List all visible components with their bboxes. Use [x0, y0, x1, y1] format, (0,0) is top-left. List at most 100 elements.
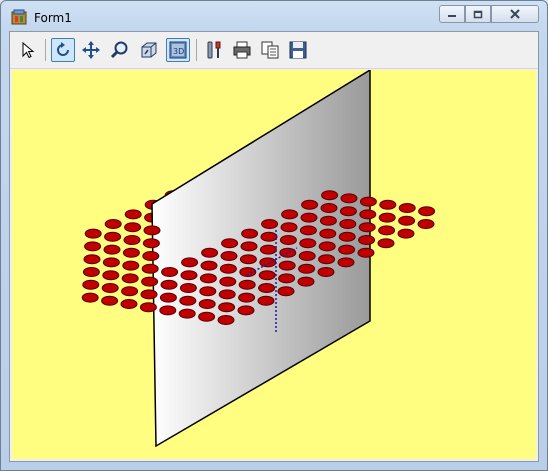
application-window: Form1 3D [0, 0, 548, 471]
data-marker [141, 276, 159, 287]
data-marker [261, 219, 279, 229]
data-marker [81, 292, 99, 303]
data-marker [301, 199, 319, 210]
data-marker [319, 215, 337, 226]
edit-tool-button[interactable] [202, 38, 226, 62]
save-tool-button[interactable] [286, 38, 310, 62]
data-marker [199, 286, 217, 297]
data-marker [104, 219, 122, 229]
maximize-button[interactable] [465, 5, 491, 23]
close-button[interactable] [491, 5, 539, 23]
app-icon [11, 9, 27, 25]
data-marker [318, 254, 336, 265]
data-marker [104, 231, 122, 242]
data-marker [124, 209, 142, 220]
close-icon [510, 9, 520, 19]
move-arrows-icon [82, 41, 100, 59]
data-marker [317, 267, 335, 277]
depth-3d-tool-button[interactable] [137, 38, 161, 62]
data-marker [141, 263, 159, 274]
data-marker [339, 219, 357, 229]
data-marker [260, 231, 278, 242]
data-marker [221, 238, 239, 249]
data-marker [83, 254, 101, 265]
vertical-plane [151, 68, 371, 448]
rotate-tool-button[interactable] [51, 38, 75, 62]
copy-tool-button[interactable] [258, 38, 282, 62]
data-marker [103, 244, 121, 255]
data-marker [121, 286, 139, 297]
toolbar: 3D [10, 32, 538, 69]
data-marker [281, 209, 299, 220]
data-marker [219, 276, 237, 287]
data-marker [142, 251, 160, 261]
data-marker [279, 235, 297, 245]
data-marker [82, 279, 100, 290]
data-marker [142, 238, 160, 249]
data-marker [101, 283, 119, 293]
data-marker [122, 247, 140, 258]
copy-icon [261, 41, 279, 59]
data-marker [280, 222, 298, 233]
data-marker [319, 228, 337, 239]
data-marker [357, 247, 375, 258]
data-marker [398, 203, 416, 213]
data-marker [201, 247, 219, 258]
data-marker [300, 212, 318, 223]
data-marker [218, 302, 236, 313]
data-marker [398, 215, 416, 226]
data-marker [338, 231, 356, 242]
data-marker [84, 228, 102, 239]
rotate-icon [57, 42, 69, 56]
data-marker [258, 283, 276, 293]
3d-chart-panel[interactable] [12, 68, 536, 459]
data-marker [241, 228, 259, 239]
data-marker [278, 273, 296, 284]
data-marker [160, 279, 178, 290]
data-marker [159, 292, 177, 303]
data-marker [417, 219, 435, 229]
data-marker [338, 244, 356, 255]
data-marker [200, 260, 218, 271]
data-marker [337, 257, 355, 268]
window-title: Form1 [34, 11, 72, 25]
data-marker [179, 295, 197, 306]
toolbar-separator [196, 39, 197, 61]
data-marker [121, 273, 139, 284]
data-marker [258, 270, 276, 281]
data-marker [178, 308, 196, 319]
data-marker [217, 315, 235, 325]
view-3d-tool-button[interactable]: 3D [166, 38, 190, 62]
data-marker [378, 225, 396, 236]
client-area: 3D [9, 31, 539, 462]
data-marker [397, 228, 415, 239]
data-marker [120, 299, 138, 309]
data-marker [124, 222, 142, 233]
data-marker [219, 263, 237, 274]
data-marker [181, 257, 199, 268]
data-marker [298, 251, 316, 261]
data-marker [199, 273, 217, 284]
select-tool-button[interactable] [16, 38, 40, 62]
toolbar-separator [45, 39, 46, 61]
data-marker [159, 305, 177, 316]
data-marker [340, 193, 358, 204]
minimize-button[interactable] [439, 5, 465, 23]
tools-icon [207, 41, 221, 59]
3d-scatter-chart[interactable] [12, 68, 536, 459]
print-tool-button[interactable] [230, 38, 254, 62]
data-marker [179, 283, 197, 293]
data-marker [358, 222, 376, 233]
data-marker [298, 263, 316, 274]
data-marker [321, 190, 339, 201]
pan-tool-button[interactable] [79, 38, 103, 62]
data-marker [320, 203, 338, 213]
data-marker [238, 279, 256, 290]
data-marker [378, 212, 396, 223]
data-marker [161, 267, 179, 277]
title-bar[interactable]: Form1 [1, 1, 547, 31]
zoom-tool-button[interactable] [108, 38, 132, 62]
data-marker [359, 209, 377, 220]
data-marker [220, 251, 238, 261]
data-marker [122, 260, 140, 271]
